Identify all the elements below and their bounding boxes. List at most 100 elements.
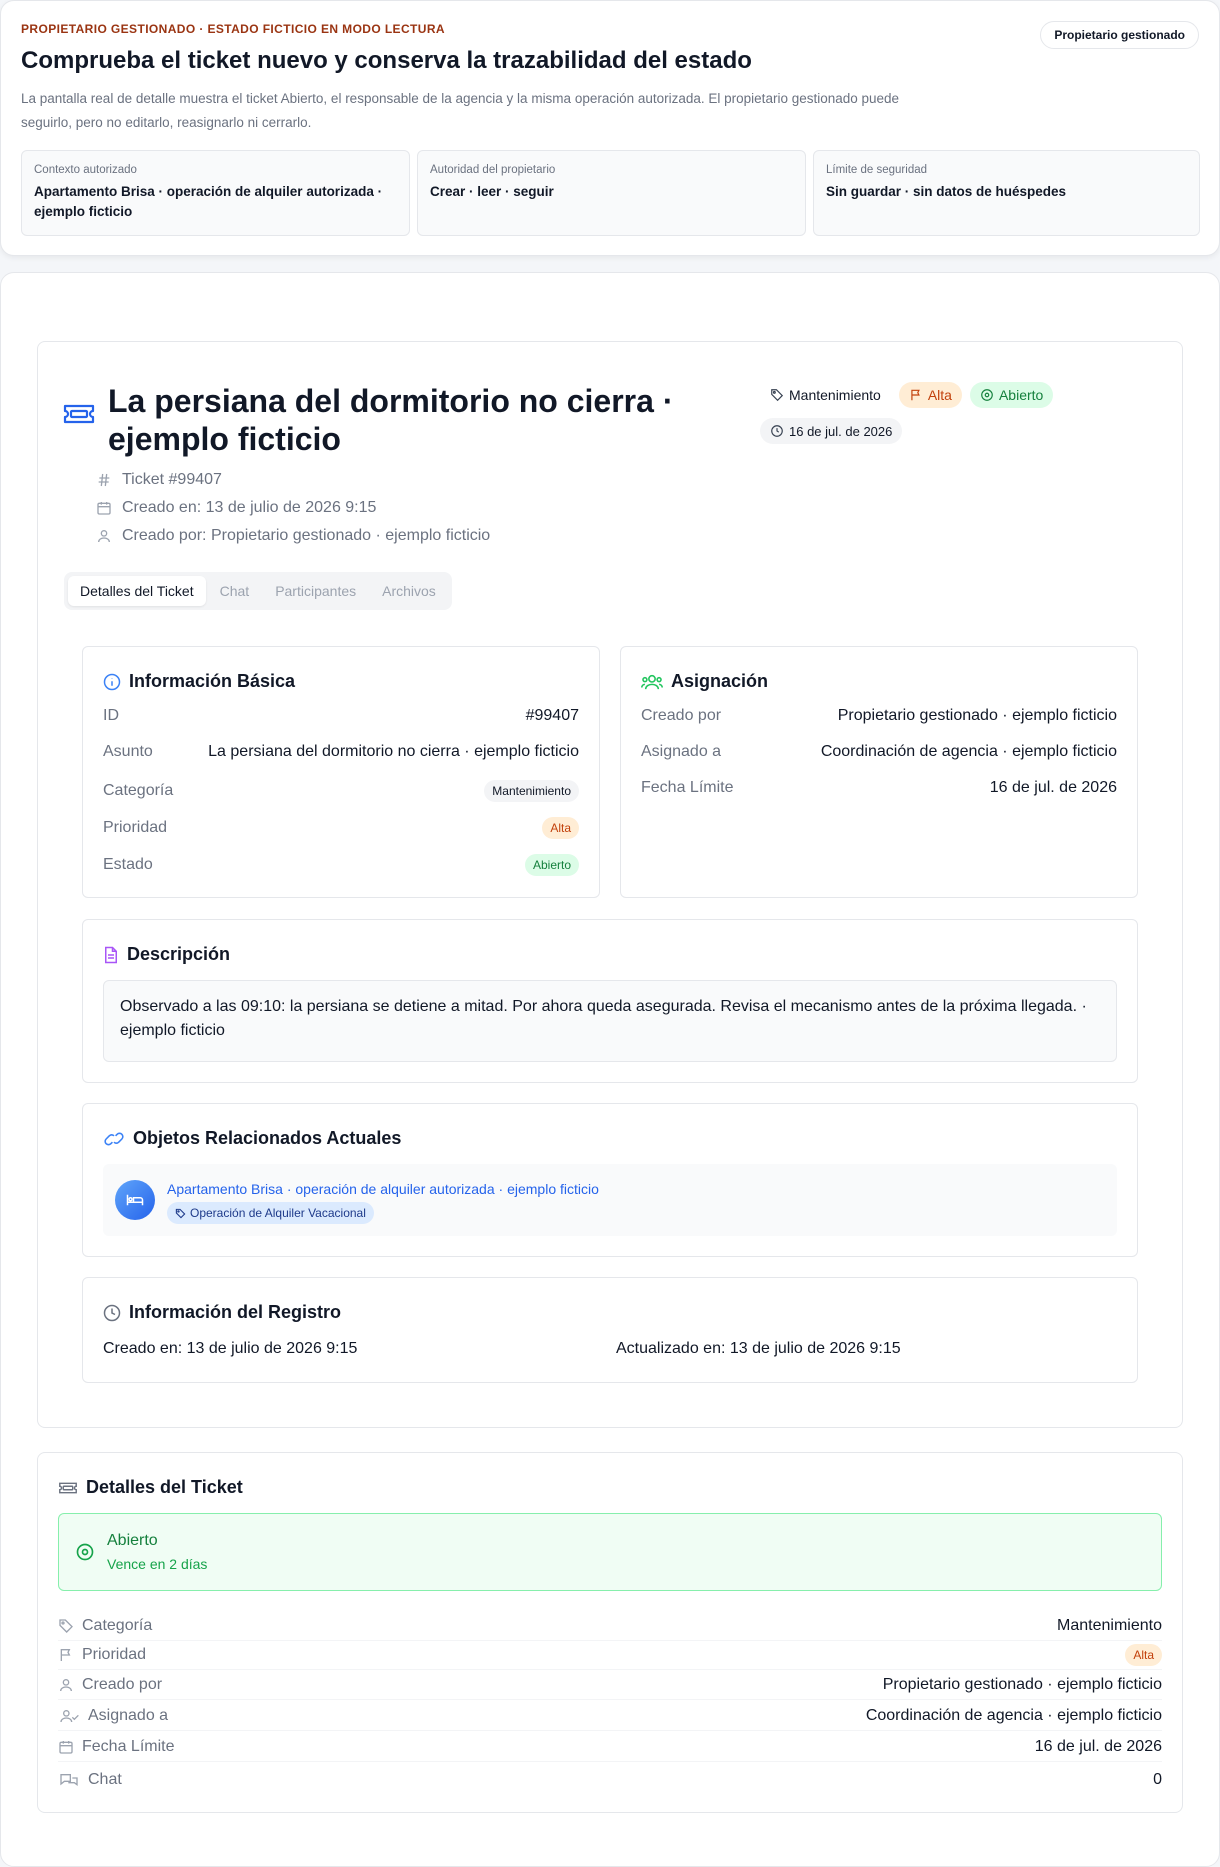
basic-info-key: Estado <box>103 856 153 873</box>
chat-icon <box>58 1772 80 1788</box>
category-badge-label: Mantenimiento <box>789 387 881 403</box>
clock-icon <box>770 424 784 438</box>
user-icon <box>58 1677 74 1693</box>
assignment-key: Fecha Límite <box>641 779 734 796</box>
assignment-title: Asignación <box>671 671 769 691</box>
related-objects-heading: Objetos Relacionados Actuales <box>103 1128 401 1149</box>
basic-info-heading: Información Básica <box>103 671 295 692</box>
assignment-card: Asignación Creado por Propietario gestio… <box>620 646 1138 898</box>
clock-icon <box>103 1304 121 1322</box>
details-key: Fecha Límite <box>82 1737 175 1755</box>
details-key: Categoría <box>82 1616 153 1634</box>
category-chip: Mantenimiento <box>484 780 579 802</box>
basic-info-title: Información Básica <box>129 671 296 691</box>
context-card-authority: Autoridad del propietario Crear · leer ·… <box>417 150 806 236</box>
bed-icon <box>115 1180 155 1220</box>
record-created: Creado en: 13 de julio de 2026 9:15 <box>103 1340 358 1357</box>
file-text-icon <box>103 946 119 964</box>
ticket-badges: Mantenimiento Alta Abierto 16 de jul. de… <box>760 382 1060 454</box>
related-object-avatar <box>115 1180 155 1220</box>
category-badge: Mantenimiento <box>760 382 891 408</box>
basic-info-value: La persiana del dormitorio no cierra · e… <box>208 743 579 760</box>
ticket-detail-card: La persiana del dormitorio no cierra · e… <box>37 341 1183 1428</box>
record-info-card: Información del Registro Creado en: 13 d… <box>82 1277 1138 1383</box>
basic-info-row: Estado Abierto <box>103 854 579 876</box>
tab-participants[interactable]: Participantes <box>263 576 368 606</box>
status-summary-due: Vence en 2 días <box>107 1556 208 1572</box>
circle-dot-icon <box>75 1542 95 1562</box>
ticket-tabs: Detalles del Ticket Chat Participantes A… <box>64 572 452 610</box>
ticket-details-summary-card: Detalles del Ticket Abierto Vence en 2 d… <box>37 1452 1183 1813</box>
tag-icon <box>58 1618 74 1634</box>
context-card-value: Sin guardar · sin datos de huéspedes <box>826 184 1067 199</box>
description-card: Descripción Observado a las 09:10: la pe… <box>82 919 1138 1083</box>
ticket-icon <box>58 1480 78 1496</box>
owner-role-pill: Propietario gestionado <box>1040 21 1199 49</box>
description-title: Descripción <box>127 944 231 964</box>
basic-info-key: Categoría <box>103 782 174 799</box>
details-key: Creado por <box>82 1675 163 1693</box>
related-object-item[interactable]: Apartamento Brisa · operación de alquile… <box>103 1164 1117 1236</box>
record-info-title: Información del Registro <box>129 1302 342 1322</box>
assignment-value: 16 de jul. de 2026 <box>989 779 1117 796</box>
ticket-created-by-row: Creado por: Propietario gestionado · eje… <box>96 522 490 550</box>
link-icon <box>103 1131 125 1147</box>
user-icon <box>96 528 112 544</box>
context-banner: PROPIETARIO GESTIONADO · ESTADO FICTICIO… <box>0 0 1220 256</box>
record-info-heading: Información del Registro <box>103 1302 341 1323</box>
assignment-value: Coordinación de agencia · ejemplo fictic… <box>820 743 1117 760</box>
status-summary-title: Abierto <box>107 1532 158 1549</box>
details-value: 0 <box>1153 1771 1162 1788</box>
ticket-title: La persiana del dormitorio no cierra · e… <box>108 383 674 457</box>
tab-chat[interactable]: Chat <box>208 576 262 606</box>
details-value: Coordinación de agencia · ejemplo fictic… <box>865 1706 1162 1724</box>
ticket-number-row: Ticket #99407 <box>96 466 490 494</box>
ticket-icon <box>62 402 96 426</box>
priority-badge: Alta <box>898 382 962 408</box>
details-value: 16 de jul. de 2026 <box>1034 1737 1162 1755</box>
details-key: Asignado a <box>88 1706 169 1724</box>
status-summary-box: Abierto Vence en 2 días <box>58 1513 1162 1591</box>
banner-description: La pantalla real de detalle muestra el t… <box>21 91 900 130</box>
assignment-row: Asignado a Coordinación de agencia · eje… <box>641 743 1117 761</box>
context-card-label: Límite de seguridad <box>826 164 928 176</box>
related-object-tag-label: Operación de Alquiler Vacacional <box>190 1206 366 1220</box>
tab-files[interactable]: Archivos <box>370 576 448 606</box>
assignment-heading: Asignación <box>641 671 768 692</box>
basic-info-card: Información Básica ID #99407 Asunto La p… <box>82 646 600 898</box>
basic-info-row: Prioridad Alta <box>103 817 579 839</box>
assignment-row: Fecha Límite 16 de jul. de 2026 <box>641 779 1117 797</box>
calendar-icon <box>58 1739 74 1755</box>
calendar-icon <box>96 500 112 516</box>
basic-info-value: #99407 <box>525 707 579 724</box>
status-badge-label: Abierto <box>998 387 1044 403</box>
context-card-authorized: Contexto autorizado Apartamento Brisa · … <box>21 150 410 236</box>
details-title: Detalles del Ticket <box>86 1477 243 1497</box>
basic-info-key: Prioridad <box>103 819 168 836</box>
record-updated: Actualizado en: 13 de julio de 2026 9:15 <box>616 1340 901 1357</box>
tab-details[interactable]: Detalles del Ticket <box>68 576 206 606</box>
context-card-value: Crear · leer · seguir <box>430 184 554 199</box>
related-objects-title: Objetos Relacionados Actuales <box>133 1128 402 1148</box>
assignment-row: Creado por Propietario gestionado · ejem… <box>641 707 1117 725</box>
tag-icon <box>770 388 784 402</box>
banner-title: Comprueba el ticket nuevo y conserva la … <box>21 47 752 74</box>
assignment-key: Creado por <box>641 707 722 724</box>
details-heading: Detalles del Ticket <box>58 1477 243 1498</box>
basic-info-row: ID #99407 <box>103 707 579 725</box>
ticket-created-at-row: Creado en: 13 de julio de 2026 9:15 <box>96 494 490 522</box>
related-object-link[interactable]: Apartamento Brisa · operación de alquile… <box>167 1181 599 1197</box>
description-text: Observado a las 09:10: la persiana se de… <box>103 980 1117 1062</box>
details-key: Prioridad <box>82 1645 147 1663</box>
basic-info-row: Categoría Mantenimiento <box>103 780 579 802</box>
users-icon <box>641 673 663 691</box>
basic-info-row: Asunto La persiana del dormitorio no cie… <box>103 743 579 761</box>
priority-chip: Alta <box>542 817 579 839</box>
context-card-label: Contexto autorizado <box>34 164 137 176</box>
banner-eyebrow: PROPIETARIO GESTIONADO · ESTADO FICTICIO… <box>21 22 445 36</box>
context-card-security: Límite de seguridad Sin guardar · sin da… <box>813 150 1200 236</box>
description-heading: Descripción <box>103 944 230 965</box>
details-row-category: Categoría Mantenimiento <box>58 1611 1162 1641</box>
details-row-assigned-to: Asignado a Coordinación de agencia · eje… <box>58 1701 1162 1731</box>
ticket-created-by: Creado por: Propietario gestionado · eje… <box>122 527 491 544</box>
